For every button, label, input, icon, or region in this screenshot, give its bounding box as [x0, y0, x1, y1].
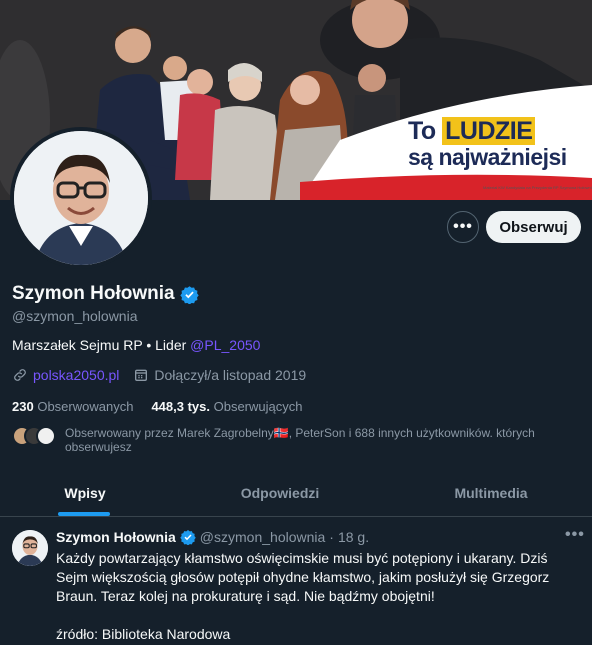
tweet[interactable]: Szymon Hołownia @szymon_holownia · 18 g.…: [0, 517, 592, 645]
profile-name: Szymon Hołownia: [12, 283, 199, 305]
followers-link[interactable]: 448,3 tys. Obserwujących: [151, 399, 302, 414]
banner-slogan: To LUDZIE są najważniejsi: [408, 117, 567, 170]
joined-item: Dołączył/a listopad 2019: [133, 367, 306, 383]
ellipsis-icon: •••: [565, 526, 585, 543]
website-link[interactable]: polska2050.pl: [33, 367, 119, 383]
more-options-button[interactable]: •••: [447, 211, 479, 243]
tweet-avatar-photo: [12, 530, 48, 566]
profile-handle: @szymon_holownia: [12, 308, 138, 324]
tab-label: Odpowiedzi: [240, 485, 320, 501]
verified-badge-icon: [180, 530, 196, 545]
tweet-text: Każdy powtarzający kłamstwo oświęcimskie…: [56, 550, 550, 642]
follow-button[interactable]: Obserwuj: [486, 211, 581, 243]
slogan-prefix: To: [408, 117, 436, 145]
tab-posts[interactable]: Wpisy: [0, 470, 170, 516]
calendar-icon: [135, 369, 148, 381]
bio-text: Marszałek Sejmu RP • Lider: [12, 337, 191, 353]
link-icon: [14, 369, 26, 381]
profile-bio: Marszałek Sejmu RP • Lider @PL_2050: [12, 337, 260, 353]
followers-label: Obserwujących: [213, 399, 303, 414]
follower-avatar: [36, 426, 56, 446]
tweet-more-button[interactable]: •••: [565, 526, 585, 544]
ellipsis-icon: •••: [453, 218, 473, 235]
tweet-handle[interactable]: @szymon_holownia: [200, 529, 326, 545]
bio-mention-link[interactable]: @PL_2050: [190, 337, 260, 353]
tab-replies[interactable]: Odpowiedzi: [170, 470, 390, 516]
tweet-time[interactable]: 18 g.: [338, 529, 369, 545]
followers-count: 448,3 tys.: [151, 399, 210, 414]
tweet-separator: ·: [329, 529, 334, 545]
profile-avatar[interactable]: [10, 127, 152, 269]
profile-meta: polska2050.pl Dołączył/a listopad 2019: [12, 367, 320, 383]
avatar-photo: [14, 131, 148, 265]
tab-label: Multimedia: [454, 485, 528, 501]
profile-tabs: Wpisy Odpowiedzi Multimedia: [0, 470, 592, 517]
display-name: Szymon Hołownia: [12, 283, 175, 304]
website-item: polska2050.pl: [12, 367, 119, 383]
tab-media[interactable]: Multimedia: [390, 470, 592, 516]
followers-you-know-text: Obserwowany przez Marek Zagrobelny🇳🇴, Pe…: [65, 426, 535, 454]
tweet-avatar[interactable]: [12, 530, 48, 566]
slogan-line2: są najważniejsi: [408, 144, 567, 170]
slogan-highlight: LUDZIE: [442, 117, 536, 145]
joined-date: Dołączył/a listopad 2019: [154, 367, 307, 383]
active-tab-indicator: [58, 512, 110, 516]
tweet-header: Szymon Hołownia @szymon_holownia · 18 g.: [56, 529, 369, 545]
following-link[interactable]: 230 Obserwowanych: [12, 399, 133, 414]
following-count: 230: [12, 399, 34, 414]
verified-badge-icon[interactable]: [179, 285, 199, 304]
follow-stats: 230 Obserwowanych 448,3 tys. Obserwujący…: [12, 399, 302, 414]
tweet-author[interactable]: Szymon Hołownia: [56, 529, 176, 545]
following-label: Obserwowanych: [37, 399, 134, 414]
tab-label: Wpisy: [64, 485, 106, 501]
banner-small-print: Materiał KW Kandydata na Prezydenta RP S…: [483, 185, 592, 190]
